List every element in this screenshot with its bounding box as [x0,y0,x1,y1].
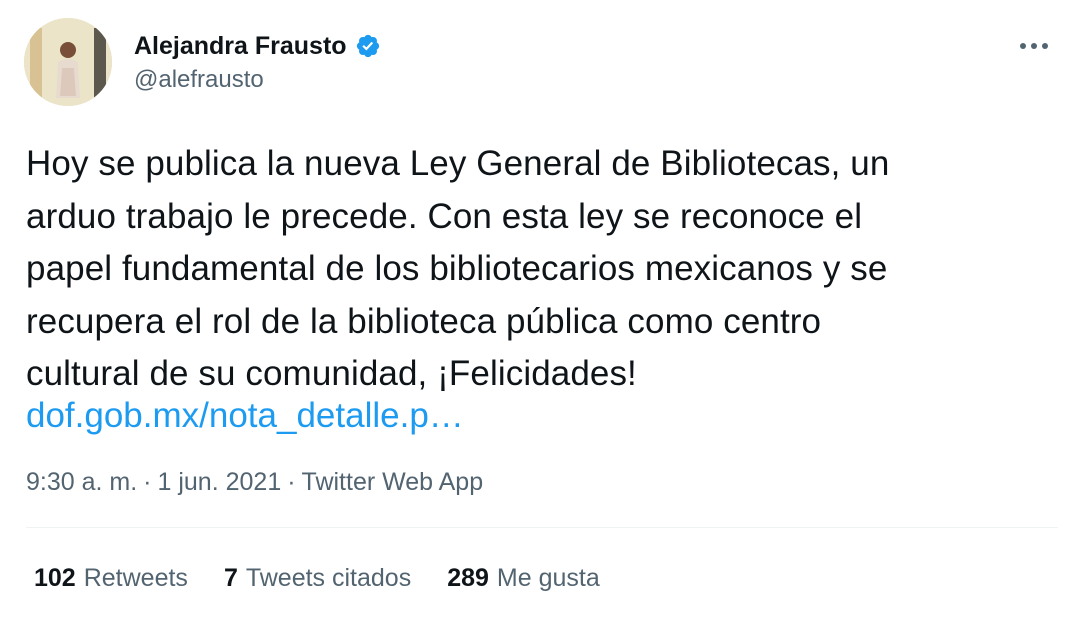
quote-tweets-stat[interactable]: 7 Tweets citados [224,564,411,593]
quote-tweets-label: Tweets citados [245,564,412,592]
retweets-stat[interactable]: 102 Retweets [34,564,188,593]
tweet-date[interactable]: 1 jun. 2021 [158,468,282,497]
likes-stat[interactable]: 289 Me gusta [447,564,600,593]
retweets-label: Retweets [83,564,188,592]
author-handle[interactable]: @alefrausto [134,66,264,94]
tweet-text: Hoy se publica la nueva Ley General de B… [26,144,890,393]
tweet-metadata: 9:30 a. m. · 1 jun. 2021 · Twitter Web A… [26,468,483,497]
stats-divider [26,527,1058,528]
more-dots-icon [1020,43,1048,49]
meta-separator: · [143,468,152,496]
more-options-button[interactable] [1014,28,1054,64]
tweet-stats: 102 Retweets 7 Tweets citados 289 Me gusta [34,564,636,593]
avatar-image [24,18,112,106]
author-name-row: Alejandra Frausto [134,28,381,64]
verified-badge-icon [355,33,381,59]
tweet-link[interactable]: dof.gob.mx/nota_detalle.p… [26,390,464,443]
retweets-count: 102 [34,564,76,592]
tweet-card: Alejandra Frausto @alefrausto Hoy se pub… [0,0,1088,620]
tweet-time[interactable]: 9:30 a. m. [26,468,137,497]
meta-separator: · [287,468,296,496]
avatar[interactable] [24,18,112,106]
author-display-name[interactable]: Alejandra Frausto [134,32,347,61]
quote-tweets-count: 7 [223,564,238,592]
likes-count: 289 [447,564,489,592]
tweet-source[interactable]: Twitter Web App [302,468,484,497]
likes-label: Me gusta [496,564,600,592]
